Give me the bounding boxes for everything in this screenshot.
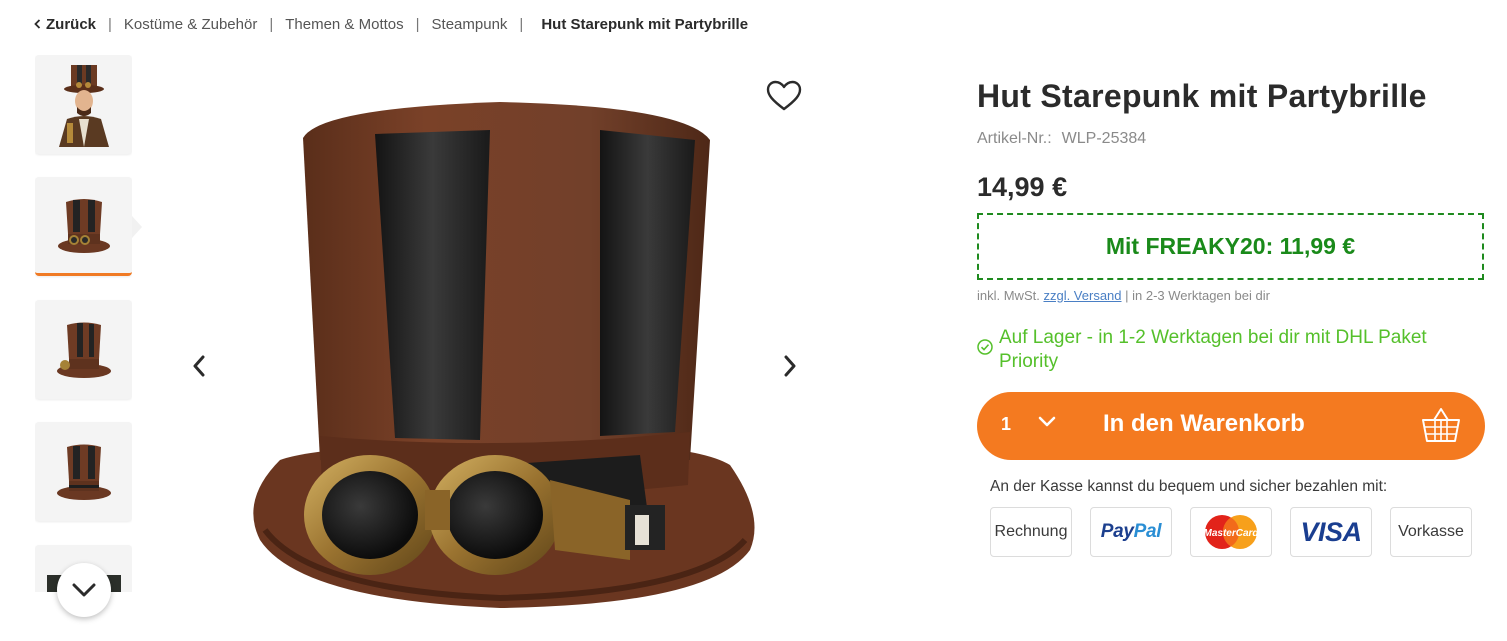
wishlist-button[interactable] [762, 74, 806, 118]
chevron-left-icon [34, 19, 41, 29]
thumbnail-hat-back-image [56, 444, 111, 500]
shipping-link[interactable]: zzgl. Versand [1043, 288, 1121, 303]
thumbnail-hat-back[interactable] [35, 422, 132, 521]
heart-icon [766, 80, 802, 111]
payment-visa: VISA [1290, 507, 1372, 557]
thumbnail-hat-side[interactable] [35, 300, 132, 399]
breadcrumb-separator: | [415, 15, 420, 33]
breadcrumb-item-steampunk[interactable]: Steampunk [432, 16, 508, 33]
paypal-logo-pay: Pay [1100, 521, 1134, 542]
breadcrumb-item-costumes[interactable]: Kostüme & Zubehör [124, 16, 257, 33]
payment-paypal: PayPal [1090, 507, 1172, 557]
thumbnail-list [35, 55, 132, 592]
stock-status: Auf Lager - in 1-2 Werktagen bei dir mit… [977, 326, 1487, 374]
chevron-left-icon [193, 355, 205, 377]
thumbnail-hat-side-image [56, 322, 111, 378]
chevron-down-icon[interactable] [1037, 414, 1057, 428]
product-price: 14,99 € [977, 172, 1068, 202]
breadcrumb-item-themes[interactable]: Themen & Mottos [285, 16, 403, 33]
add-to-cart-button[interactable]: 1 In den Warenkorb [977, 392, 1485, 460]
tax-prefix: inkl. MwSt. [977, 288, 1040, 303]
paypal-logo-pal: Pal [1133, 521, 1162, 542]
breadcrumb-separator: | [269, 15, 274, 33]
visa-logo: VISA [1300, 516, 1362, 547]
paypal-logo: PayPal [1101, 521, 1162, 543]
add-to-cart-label: In den Warenkorb [1103, 410, 1305, 437]
svg-text:MasterCard: MasterCard [1203, 528, 1259, 539]
thumbnail-hat-front[interactable] [35, 177, 132, 276]
thumbnail-model-image [58, 64, 109, 147]
product-sku: Artikel-Nr.: WLP-25384 [977, 130, 1146, 148]
quantity-select[interactable]: 1 [1001, 414, 1011, 435]
basket-icon [1422, 408, 1460, 442]
chevron-right-icon [784, 355, 796, 377]
payment-invoice: Rechnung [990, 507, 1072, 557]
sku-label: Artikel-Nr.: [977, 130, 1052, 147]
stock-text: Auf Lager - in 1-2 Werktagen bei dir mit… [999, 327, 1427, 372]
breadcrumb-separator: | [519, 15, 524, 33]
breadcrumb: Zurück | Kostüme & Zubehör | Themen & Mo… [34, 14, 748, 34]
payment-mastercard: MasterCard [1190, 507, 1272, 557]
tax-suffix: | in 2-3 Werktagen bei dir [1125, 288, 1270, 303]
check-circle-icon [977, 339, 993, 355]
breadcrumb-current: Hut Starepunk mit Partybrille [541, 15, 749, 33]
back-link[interactable]: Zurück [34, 16, 96, 33]
image-next-button[interactable] [768, 344, 812, 388]
back-label: Zurück [46, 15, 97, 33]
tax-note: inkl. MwSt. zzgl. Versand | in 2-3 Werkt… [977, 288, 1270, 303]
thumbnail-active-pointer [132, 216, 142, 238]
mastercard-logo: MasterCard [1203, 515, 1259, 549]
chevron-down-icon [72, 583, 96, 597]
payment-note: An der Kasse kannst du bequem und sicher… [990, 478, 1388, 495]
thumbnail-scroll-down-button[interactable] [57, 563, 111, 617]
thumbnail-model[interactable] [35, 55, 132, 154]
image-prev-button[interactable] [177, 344, 221, 388]
thumbnail-hat-front-image [57, 199, 110, 253]
coupon-price-box: Mit FREAKY20: 11,99 € [977, 213, 1484, 280]
sku-value: WLP-25384 [1061, 130, 1147, 147]
breadcrumb-separator: | [108, 15, 112, 33]
product-title: Hut Starepunk mit Partybrille [977, 78, 1427, 114]
payment-prepayment: Vorkasse [1390, 507, 1472, 557]
product-main-image [253, 102, 755, 608]
